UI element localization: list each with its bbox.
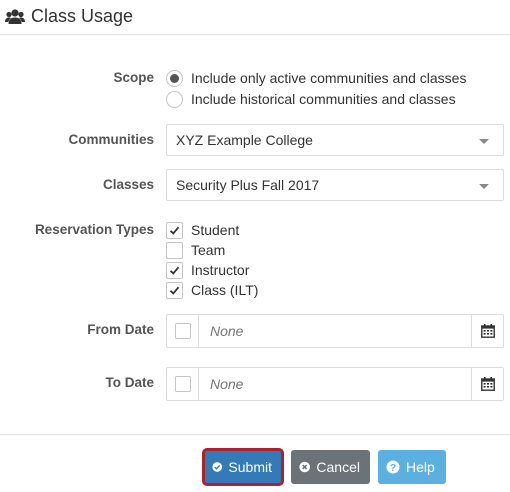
scope-radio-active[interactable] xyxy=(166,69,183,87)
question-circle-icon: ? xyxy=(386,460,400,474)
checkbox-label: Team xyxy=(191,242,226,258)
check-icon xyxy=(169,286,180,295)
scope-option-label: Include historical communities and class… xyxy=(191,91,456,107)
from-date-field xyxy=(166,314,504,348)
from-date-label: From Date xyxy=(87,322,154,337)
scope-label: Scope xyxy=(113,70,154,85)
users-icon xyxy=(5,8,25,26)
scope-radio-historical[interactable] xyxy=(166,90,183,108)
footer-divider xyxy=(0,434,510,435)
class-ilt-checkbox[interactable] xyxy=(166,281,183,299)
calendar-icon[interactable] xyxy=(471,315,503,347)
help-button-label: Help xyxy=(406,459,435,475)
to-date-checkbox[interactable] xyxy=(175,376,191,392)
svg-text:?: ? xyxy=(390,463,396,474)
help-button[interactable]: ? Help xyxy=(378,450,446,484)
checkbox-label: Student xyxy=(191,222,240,238)
classes-select[interactable]: Security Plus Fall 2017 xyxy=(166,169,504,201)
page-title: Class Usage xyxy=(31,6,134,26)
scope-option-label: Include only active communities and clas… xyxy=(191,70,467,86)
cancel-button-label: Cancel xyxy=(316,459,360,475)
instructor-checkbox[interactable] xyxy=(166,261,183,279)
checkbox-label: Instructor xyxy=(191,262,250,278)
check-circle-icon xyxy=(212,462,223,472)
calendar-icon[interactable] xyxy=(471,368,503,400)
reservation-type-class-ilt[interactable]: Class (ILT) xyxy=(166,281,258,299)
student-checkbox[interactable] xyxy=(166,221,183,239)
submit-button-label: Submit xyxy=(228,459,272,475)
to-date-field xyxy=(166,367,504,401)
check-icon xyxy=(169,226,180,235)
dialog-header: Class Usage xyxy=(0,0,510,35)
classes-select-value: Security Plus Fall 2017 xyxy=(176,177,320,193)
reservation-types-label: Reservation Types xyxy=(34,222,154,237)
scope-option-historical[interactable]: Include historical communities and class… xyxy=(166,90,456,108)
to-date-enable[interactable] xyxy=(167,368,199,400)
scope-option-active[interactable]: Include only active communities and clas… xyxy=(166,69,466,87)
reservation-type-team[interactable]: Team xyxy=(166,241,225,259)
from-date-input[interactable] xyxy=(200,315,472,347)
to-date-label: To Date xyxy=(105,375,154,390)
reservation-type-student[interactable]: Student xyxy=(166,221,239,239)
times-circle-icon xyxy=(299,461,310,473)
classes-label: Classes xyxy=(102,177,154,192)
checkbox-label: Class (ILT) xyxy=(191,282,259,298)
communities-label: Communities xyxy=(68,132,154,147)
to-date-input[interactable] xyxy=(200,368,472,400)
from-date-checkbox[interactable] xyxy=(175,323,191,339)
check-icon xyxy=(169,266,180,275)
caret-down-icon xyxy=(479,184,489,189)
communities-select[interactable]: XYZ Example College xyxy=(166,124,504,156)
reservation-type-instructor[interactable]: Instructor xyxy=(166,261,249,279)
communities-select-value: XYZ Example College xyxy=(176,132,313,148)
cancel-button[interactable]: Cancel xyxy=(291,450,370,484)
caret-down-icon xyxy=(479,139,489,144)
submit-button[interactable]: Submit xyxy=(202,448,284,486)
from-date-enable[interactable] xyxy=(167,315,199,347)
team-checkbox[interactable] xyxy=(166,241,183,259)
